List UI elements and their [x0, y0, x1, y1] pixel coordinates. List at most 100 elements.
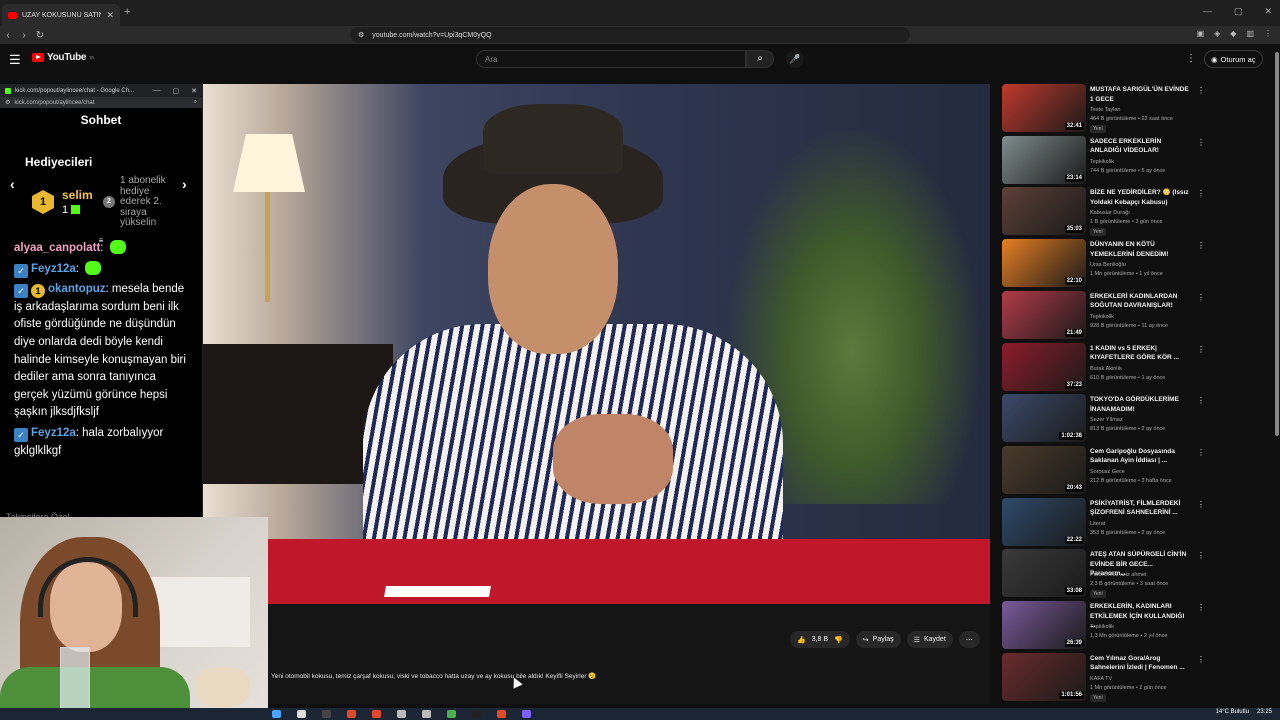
- site-info-icon[interactable]: ⚙: [358, 31, 364, 39]
- sidebar-icon[interactable]: ▥: [1246, 29, 1254, 38]
- recommendation-item[interactable]: 26:39 ERKEKLERİN, KADINLARI ETKİLEMEK İÇİ…: [1000, 601, 1270, 651]
- chevron-right-icon[interactable]: ›: [182, 176, 187, 192]
- chat-username[interactable]: Feyz12a: [31, 427, 76, 439]
- search-input[interactable]: Ara: [476, 50, 746, 68]
- more-options-icon[interactable]: ⋮: [1197, 293, 1205, 302]
- reload-icon[interactable]: ↻: [32, 30, 48, 41]
- channel-name[interactable]: Sezer Yılmaz: [1090, 417, 1190, 423]
- close-icon[interactable]: ✕: [191, 87, 197, 95]
- video-description[interactable]: Yeni otomobil kokusu, temiz çarşaf kokus…: [271, 672, 596, 680]
- video-thumbnail[interactable]: 21:49: [1002, 290, 1086, 339]
- scrollbar[interactable]: [1275, 52, 1279, 436]
- recommendation-item[interactable]: 32:41 MUSTAFA SARIGÜL'ÜN EVİNDE 1 GECE Tes…: [1000, 84, 1270, 134]
- channel-name[interactable]: Tepkikolik: [1090, 159, 1190, 165]
- maximize-icon[interactable]: ▢: [173, 87, 180, 95]
- search-icon[interactable]: ⌕: [746, 50, 774, 68]
- extension-icon[interactable]: ▣: [1197, 29, 1205, 38]
- more-options-icon[interactable]: ⋮: [1197, 396, 1205, 405]
- extension-icon[interactable]: ◈: [1214, 29, 1220, 38]
- recommendation-title[interactable]: 1 KADIN vs 5 ERKEK| KIYAFETLERE GÖRE KÖR…: [1090, 344, 1190, 363]
- forward-icon[interactable]: ›: [16, 30, 32, 41]
- recommendation-item[interactable]: 37:23 1 KADIN vs 5 ERKEK| KIYAFETLERE GÖR…: [1000, 342, 1270, 393]
- app-icon[interactable]: [522, 710, 531, 718]
- share-button[interactable]: ↪ Paylaş: [855, 631, 901, 648]
- app-icon[interactable]: [422, 710, 431, 718]
- chat-username[interactable]: okantopuz: [48, 283, 106, 295]
- recommendation-title[interactable]: MUSTAFA SARIGÜL'ÜN EVİNDE 1 GECE: [1090, 85, 1190, 104]
- channel-name[interactable]: Tepkikolik: [1090, 624, 1190, 630]
- more-options-icon[interactable]: ⋮: [1197, 86, 1205, 95]
- minimize-icon[interactable]: —: [154, 87, 161, 95]
- channel-name[interactable]: Literat: [1090, 521, 1190, 527]
- zoom-icon[interactable]: ⌕: [194, 99, 197, 106]
- app-icon[interactable]: [372, 710, 381, 718]
- channel-name[interactable]: Burak Akinlık: [1090, 366, 1190, 372]
- recommendation-item[interactable]: 1:01:56 Cem Yılmaz Gora/Arog Sahnelerini …: [1000, 652, 1270, 703]
- channel-name[interactable]: KAFA TV: [1090, 676, 1190, 682]
- extension-icon[interactable]: ◆: [1230, 29, 1236, 38]
- chrome-icon[interactable]: [447, 710, 456, 718]
- channel-name[interactable]: Kabusiar Durağı: [1090, 210, 1190, 216]
- video-thumbnail[interactable]: 35:03: [1002, 187, 1086, 236]
- channel-name[interactable]: Sorousz Gece: [1090, 469, 1190, 475]
- channel-name[interactable]: Ursa Benlioğlu: [1090, 262, 1190, 268]
- back-icon[interactable]: ‹: [0, 30, 16, 41]
- thumbs-down-icon[interactable]: 👎: [834, 636, 843, 644]
- channel-name[interactable]: Tepkikolik: [1090, 314, 1190, 320]
- clock-text[interactable]: 23:25: [1257, 709, 1272, 715]
- more-options-icon[interactable]: ⋮: [1197, 189, 1205, 198]
- address-bar[interactable]: ⚙ youtube.com/watch?v=Upi3qCM0yQQ: [350, 27, 910, 43]
- video-thumbnail[interactable]: 33:08: [1002, 549, 1086, 598]
- video-thumbnail[interactable]: 37:23: [1002, 342, 1086, 391]
- recommendation-item[interactable]: 1:02:38 TOKYO'DA GÖRDÜKLERİME İNANAMADIM!…: [1000, 394, 1270, 444]
- recommendation-title[interactable]: ERKEKLERİ KADINLARDAN SOĞUTAN DAVRANIŞLA…: [1090, 292, 1190, 311]
- more-options-icon[interactable]: ⋮: [1197, 241, 1205, 250]
- more-options-icon[interactable]: ⋮: [1186, 53, 1196, 64]
- browser-tab[interactable]: UZAY KOKUSUNU SATIN ALDIK ✕: [2, 4, 120, 26]
- more-options-icon[interactable]: ⋮: [1197, 603, 1205, 612]
- app-icon[interactable]: [397, 710, 406, 718]
- more-options-icon[interactable]: ⋮: [1197, 138, 1205, 147]
- recommendation-title[interactable]: SADECE ERKEKLERİN ANLADIĞI VİDEOLAR!: [1090, 137, 1190, 156]
- more-options-icon[interactable]: ⋮: [1197, 448, 1205, 457]
- recommendation-item[interactable]: 23:14 SADECE ERKEKLERİN ANLADIĞI VİDEOLAR…: [1000, 135, 1270, 186]
- more-options-icon[interactable]: ⋮: [1197, 345, 1205, 354]
- video-thumbnail[interactable]: 22:10: [1002, 239, 1086, 288]
- recommendation-item[interactable]: 33:08 ATEŞ ATAN SÜPÜRGELİ CİN'İN EVİNDE B…: [1000, 549, 1270, 599]
- video-player[interactable]: [203, 84, 990, 604]
- video-thumbnail[interactable]: 20:43: [1002, 445, 1086, 494]
- chat-username[interactable]: Feyz12a: [31, 263, 76, 275]
- recommendation-title[interactable]: Cem Yılmaz Gora/Arog Sahnelerini İzledi …: [1090, 654, 1190, 673]
- recommendation-item[interactable]: 21:49 ERKEKLERİ KADINLARDAN SOĞUTAN DAVRA…: [1000, 290, 1270, 341]
- recommendation-item[interactable]: 35:03 BİZE NE YEDİRDİLER? 😳 (Issız Yoldak…: [1000, 187, 1270, 237]
- more-options-icon[interactable]: ⋮: [1197, 551, 1205, 560]
- recommendation-title[interactable]: TOKYO'DA GÖRDÜKLERİME İNANAMADIM!: [1090, 395, 1190, 414]
- save-button[interactable]: ☰ Kaydet: [906, 631, 953, 648]
- more-options-icon[interactable]: ⋮: [1197, 500, 1205, 509]
- close-window-icon[interactable]: ✕: [1264, 6, 1272, 17]
- app-icon[interactable]: [347, 710, 356, 718]
- weather-text[interactable]: 14°C Bulutlu: [1216, 709, 1249, 715]
- hamburger-menu-icon[interactable]: ☰: [9, 52, 21, 68]
- recommendation-title[interactable]: Cem Garipoğlu Dosyasında Saklanan Ayin İ…: [1090, 447, 1190, 466]
- channel-name[interactable]: Paranormal aziz ahmet: [1090, 572, 1190, 578]
- recommendation-title[interactable]: DÜNYANIN EN KÖTÜ YEMEKLERİNİ DENEDİM!: [1090, 240, 1190, 259]
- app-icon[interactable]: [497, 710, 506, 718]
- recommendation-item[interactable]: 22:22 PSİKİYATRİST, FİLMLERDEKİ ŞİZOFRENİ…: [1000, 497, 1270, 548]
- top-gifter-name[interactable]: selim: [62, 188, 93, 202]
- recommendation-title[interactable]: PSİKİYATRİST, FİLMLERDEKİ ŞİZOFRENİ SAHN…: [1090, 499, 1190, 518]
- app-icon[interactable]: [322, 710, 331, 718]
- menu-icon[interactable]: ⋮: [1264, 29, 1272, 38]
- video-thumbnail[interactable]: 26:39: [1002, 601, 1086, 649]
- video-thumbnail[interactable]: 1:01:56: [1002, 652, 1086, 701]
- site-info-icon[interactable]: ⚙: [5, 99, 10, 106]
- start-icon[interactable]: [272, 710, 281, 718]
- microphone-icon[interactable]: 🎤: [786, 50, 804, 68]
- video-thumbnail[interactable]: 32:41: [1002, 84, 1086, 132]
- video-thumbnail[interactable]: 22:22: [1002, 497, 1086, 546]
- close-tab-icon[interactable]: ✕: [106, 10, 114, 21]
- minimize-icon[interactable]: —: [1203, 6, 1212, 17]
- new-tab-icon[interactable]: +: [124, 6, 130, 18]
- channel-name[interactable]: Testo Taylan: [1090, 107, 1190, 113]
- more-actions-button[interactable]: ⋯: [958, 631, 980, 648]
